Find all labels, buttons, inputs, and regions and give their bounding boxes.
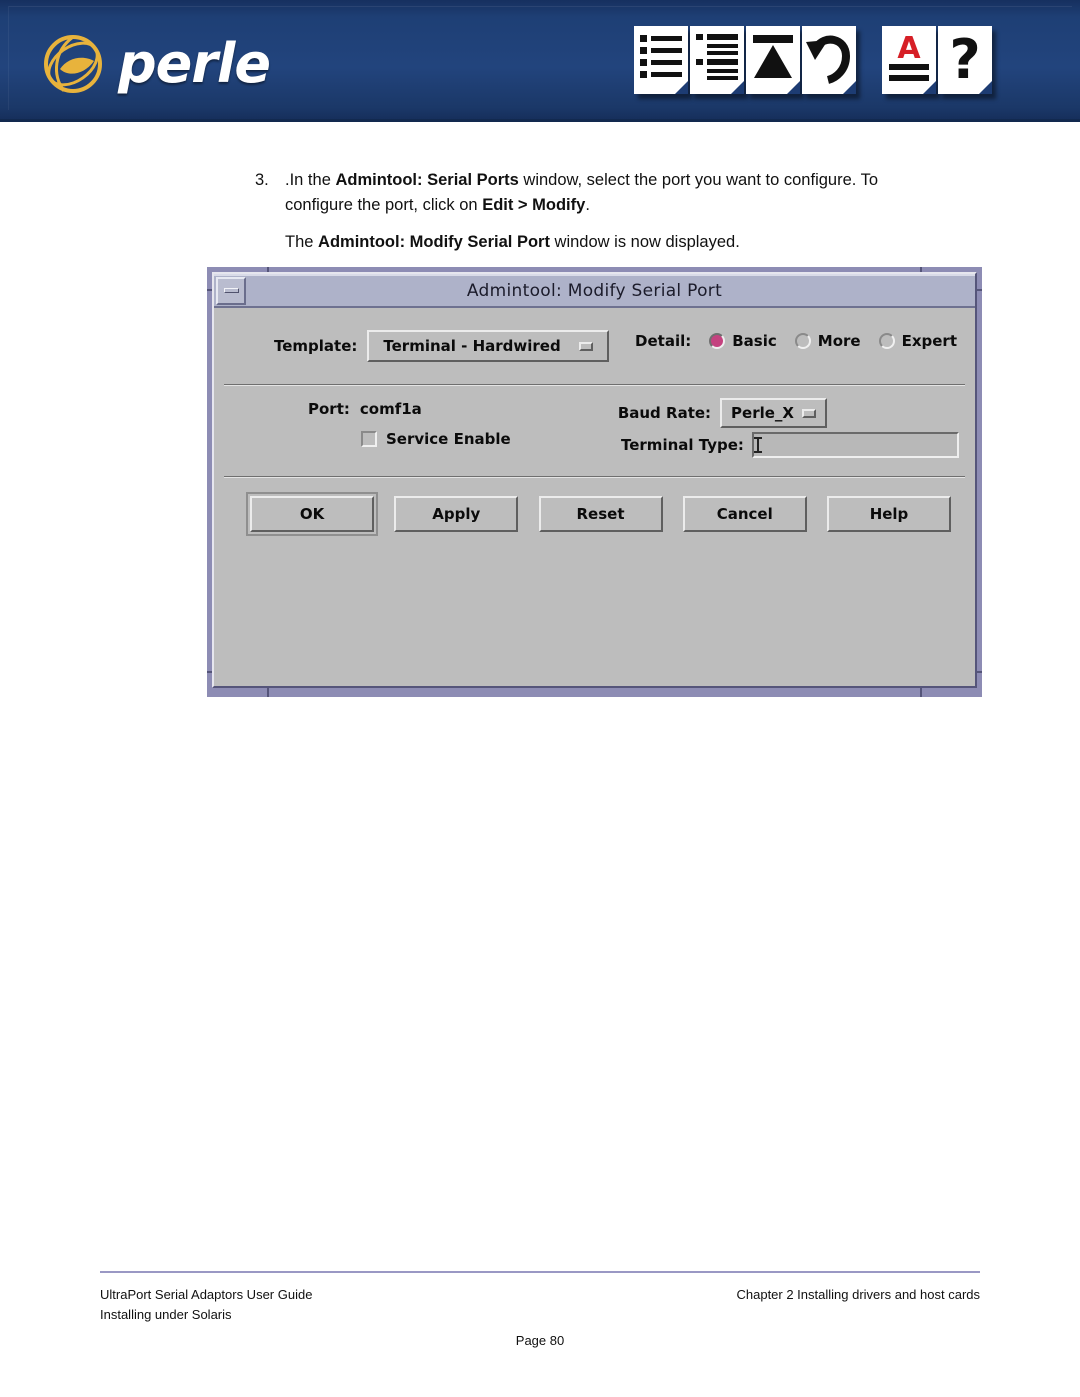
step-subtext-part-1: The — [285, 233, 319, 251]
step-text-bold-2: Edit > Modify — [482, 196, 586, 214]
text-caret-icon — [753, 437, 762, 453]
admintool-modify-serial-port-screenshot: Admintool: Modify Serial Port Template: … — [207, 267, 982, 697]
help-button[interactable]: Help — [827, 496, 951, 532]
page-footer: UltraPort Serial Adaptors User Guide Ins… — [100, 1271, 980, 1351]
terminal-type-label: Terminal Type: — [621, 436, 744, 454]
detail-radio-expert-label: Expert — [901, 332, 957, 350]
detail-radio-more-label: More — [817, 332, 861, 350]
letter-a-document-icon: A — [882, 26, 936, 94]
dropdown-indicator-icon — [579, 341, 594, 351]
header-icon-strip: A ? — [634, 26, 992, 94]
dialog-button-panel: OK Apply Reset Cancel Help — [216, 478, 973, 686]
minimize-icon — [223, 288, 239, 293]
detail-radio-basic-label: Basic — [732, 332, 777, 350]
resize-notch[interactable] — [977, 289, 982, 291]
baud-rate-dropdown[interactable]: Perle_X — [720, 398, 827, 428]
step-text-part-3: . — [585, 196, 590, 214]
list-document-icon — [634, 26, 688, 94]
resize-notch[interactable] — [977, 671, 982, 673]
ok-button[interactable]: OK — [250, 496, 374, 532]
undo-arrow-document-icon — [802, 26, 856, 94]
template-dropdown-value: Terminal - Hardwired — [383, 337, 561, 355]
step-subtext-bold: Admintool: Modify Serial Port — [318, 233, 550, 251]
template-row: Template: Terminal - Hardwired — [274, 330, 610, 362]
detail-label: Detail: — [635, 332, 692, 350]
radio-selected-icon — [709, 333, 726, 349]
baud-rate-row: Baud Rate: Perle_X — [618, 398, 827, 428]
detail-radio-expert[interactable]: Expert — [878, 332, 957, 350]
step-text-part-1: .In the — [285, 171, 336, 189]
port-label: Port: — [308, 400, 350, 418]
baud-rate-dropdown-value: Perle_X — [731, 404, 794, 422]
triangle-document-icon — [746, 26, 800, 94]
footer-right: Chapter 2 Installing drivers and host ca… — [736, 1285, 980, 1305]
footer-divider — [100, 1271, 980, 1273]
perle-wordmark: perle — [118, 32, 271, 95]
window-frame: Admintool: Modify Serial Port Template: … — [207, 267, 982, 697]
dialog-titlebar[interactable]: Admintool: Modify Serial Port — [214, 274, 975, 308]
footer-guide-title: UltraPort Serial Adaptors User Guide — [100, 1287, 313, 1302]
instruction-step-3: 3. .In the Admintool: Serial Ports windo… — [255, 168, 935, 255]
service-enable-row[interactable]: Service Enable — [361, 430, 511, 448]
footer-chapter-title: Chapter 2 Installing drivers and host ca… — [736, 1287, 980, 1302]
step-text: .In the Admintool: Serial Ports window, … — [285, 168, 935, 218]
window-body: Admintool: Modify Serial Port Template: … — [212, 272, 977, 688]
detail-row: Detail: Basic More Expert — [635, 332, 957, 350]
footer-section-title: Installing under Solaris — [100, 1307, 232, 1322]
resize-notch[interactable] — [267, 688, 269, 697]
minimize-button[interactable] — [216, 276, 246, 305]
template-dropdown[interactable]: Terminal - Hardwired — [367, 330, 610, 362]
step-subtext-part-2: window is now displayed. — [549, 233, 740, 251]
terminal-type-input[interactable] — [751, 432, 959, 458]
radio-unselected-icon — [878, 333, 895, 349]
footer-left: UltraPort Serial Adaptors User Guide Ins… — [100, 1285, 312, 1325]
detail-radio-basic[interactable]: Basic — [709, 332, 777, 350]
footer-page-number: Page 80 — [515, 1333, 565, 1348]
template-label: Template: — [274, 337, 358, 355]
port-row: Port: comf1a — [308, 400, 422, 418]
question-mark-document-icon: ? — [938, 26, 992, 94]
svg-text:?: ? — [949, 28, 980, 91]
dialog-title: Admintool: Modify Serial Port — [466, 281, 723, 301]
apply-button[interactable]: Apply — [394, 496, 519, 532]
dialog-button-row: OK Apply Reset Cancel Help — [250, 496, 951, 532]
svg-text:A: A — [897, 31, 921, 66]
reset-button[interactable]: Reset — [538, 496, 663, 532]
perle-logo: perle — [40, 28, 271, 100]
page-header-banner: perle A ? — [0, 0, 1080, 122]
indented-list-document-icon — [690, 26, 744, 94]
perle-logo-mark-icon — [40, 31, 106, 97]
dropdown-indicator-icon — [802, 408, 816, 418]
port-value: comf1a — [359, 400, 422, 418]
step-number: 3. — [255, 171, 269, 189]
service-enable-checkbox-icon[interactable] — [361, 431, 377, 447]
radio-unselected-icon — [794, 333, 811, 349]
terminal-type-row: Terminal Type: — [621, 432, 959, 458]
service-enable-label: Service Enable — [386, 430, 511, 448]
dialog-top-panel: Template: Terminal - Hardwired Detail: B… — [216, 308, 973, 386]
step-row: 3. .In the Admintool: Serial Ports windo… — [255, 168, 935, 218]
cancel-button[interactable]: Cancel — [682, 496, 807, 532]
baud-rate-label: Baud Rate: — [617, 404, 712, 422]
step-subtext: The Admintool: Modify Serial Port window… — [285, 230, 935, 255]
step-text-bold-1: Admintool: Serial Ports — [335, 171, 519, 189]
resize-notch[interactable] — [920, 688, 922, 697]
footer-columns: UltraPort Serial Adaptors User Guide Ins… — [100, 1285, 980, 1325]
detail-radio-more[interactable]: More — [794, 332, 861, 350]
dialog-middle-panel: Port: comf1a Service Enable Baud Rate: P… — [216, 386, 973, 478]
